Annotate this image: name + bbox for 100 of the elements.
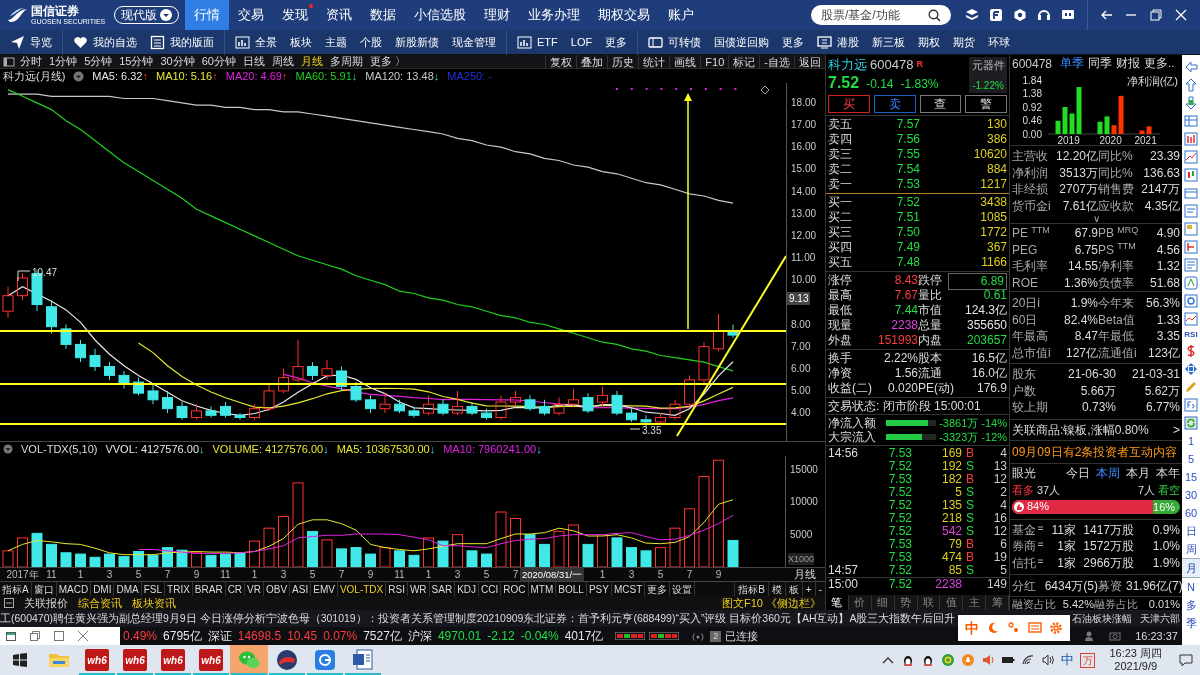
toolbar-button[interactable]: 导览: [10, 33, 52, 51]
period-tab[interactable]: 本月: [1126, 464, 1150, 483]
f10-tab[interactable]: 同季: [1088, 55, 1113, 73]
toolbar-button[interactable]: 港股: [817, 33, 860, 51]
taskbar-app[interactable]: wh6: [116, 645, 154, 675]
period-tab[interactable]: 15分钟: [119, 55, 154, 70]
trade-button[interactable]: 卖: [873, 95, 916, 113]
nav-tab[interactable]: 发现: [273, 0, 317, 30]
period-button[interactable]: 季: [1182, 614, 1200, 632]
f10-tab[interactable]: 单季: [1060, 55, 1085, 73]
nav-tab[interactable]: 小信选股: [405, 0, 475, 30]
toolbar-button[interactable]: 更多: [782, 33, 805, 51]
taskbar-clock[interactable]: 16:23 周四 2021/9/9: [1109, 647, 1162, 673]
period-button[interactable]: 5: [1182, 450, 1200, 468]
nav-tab[interactable]: 期权交易: [589, 0, 659, 30]
taskbar-app[interactable]: wh6: [154, 645, 192, 675]
period-tab[interactable]: 本周: [1096, 464, 1120, 483]
f10-tab[interactable]: 财报: [1116, 55, 1141, 73]
nav-tab[interactable]: 理财: [475, 0, 519, 30]
chart-tool-tab[interactable]: 复权: [545, 55, 577, 69]
period-button[interactable]: 15: [1182, 468, 1200, 486]
news-headline[interactable]: 【AH互动】A股三大指数午后回升: [790, 610, 956, 627]
toolbar-button[interactable]: 我的自选: [73, 33, 137, 51]
detail-tab[interactable]: 笔: [826, 595, 849, 610]
indicator-shortcut[interactable]: RSI: [1184, 328, 1198, 342]
toolbar-button[interactable]: 期货: [953, 33, 976, 51]
trade-button[interactable]: 查: [919, 95, 962, 113]
chart-tool-tab[interactable]: 画线: [669, 55, 701, 69]
period-tab[interactable]: 30分钟: [160, 55, 195, 70]
period-button[interactable]: 1: [1182, 432, 1200, 450]
toolbar-button[interactable]: 更多: [605, 33, 628, 51]
nav-tab[interactable]: 业务办理: [519, 0, 589, 30]
toolbar-button[interactable]: 主题: [325, 33, 347, 51]
period-tab[interactable]: 60分钟: [201, 55, 236, 70]
toolbar-button[interactable]: 个股: [360, 33, 382, 51]
news-headline[interactable]: 工(600470)聘任黄兴强为副总经理: [0, 610, 164, 627]
app-tray-icon[interactable]: 万: [1080, 652, 1096, 668]
info-tab[interactable]: 关联报价: [24, 594, 68, 610]
toolbar-button[interactable]: 全景: [235, 33, 277, 51]
search-field[interactable]: 股票/基金/功能: [811, 5, 951, 25]
period-tab[interactable]: 多周期: [330, 55, 363, 70]
toolbar-button[interactable]: 我的版面: [150, 33, 214, 51]
period-tab[interactable]: 分时: [20, 55, 42, 70]
stat-value: 56.3%: [1144, 295, 1180, 312]
toolbar-button[interactable]: 国债逆回购: [714, 33, 770, 51]
news-headline[interactable]: 天津六部: [1140, 611, 1180, 626]
nav-tab[interactable]: 交易: [229, 0, 273, 30]
toolbar-button[interactable]: ETF: [517, 33, 558, 51]
nav-tab[interactable]: 资讯: [317, 0, 361, 30]
chart-tool-tab[interactable]: 返回: [794, 55, 825, 69]
nav-tab[interactable]: 数据: [361, 0, 405, 30]
period-tab[interactable]: 5分钟: [84, 55, 113, 70]
index-value: 0.07%: [323, 628, 358, 645]
toolbar-button[interactable]: 现金管理: [452, 33, 496, 51]
toolbar-button[interactable]: 板块: [290, 33, 312, 51]
chart-tool-tab[interactable]: -自选: [759, 55, 794, 69]
toolbar-button[interactable]: LOF: [570, 33, 593, 51]
period-button[interactable]: 周: [1182, 540, 1200, 558]
toolbar-button[interactable]: 新三板: [872, 33, 906, 51]
chart-tool-tab[interactable]: 叠加: [576, 55, 608, 69]
period-tab[interactable]: 月线: [301, 55, 323, 70]
toolbar-button[interactable]: 新股新债: [395, 33, 439, 51]
period-tab[interactable]: 更多 〉: [370, 55, 407, 70]
sidebar-link[interactable]: 图文F10 《侧边栏》: [722, 594, 821, 610]
period-button[interactable]: 30: [1182, 486, 1200, 504]
trade-button[interactable]: 买: [828, 95, 870, 113]
period-tab[interactable]: 今日: [1066, 464, 1090, 483]
toolbar-button[interactable]: 环球: [988, 33, 1011, 51]
period-tab[interactable]: 本年: [1156, 464, 1180, 483]
info-tab[interactable]: 板块资讯: [132, 594, 176, 610]
period-tab[interactable]: 周线: [272, 55, 294, 70]
chart-tool-tab[interactable]: 统计: [638, 55, 670, 69]
taskbar-app[interactable]: wh6: [78, 645, 116, 675]
order-volume: 884: [985, 162, 1007, 177]
f10-tab[interactable]: 更多..: [1144, 55, 1175, 73]
period-tab[interactable]: 1分钟: [49, 55, 78, 70]
related-commodity-link[interactable]: 关联商品:镍板,涨幅0.80%: [1012, 420, 1149, 439]
news-headline[interactable]: 东北证券：首予利元亨(688499)“买入”评级 目标价360元: [523, 610, 791, 627]
trade-button[interactable]: 警: [965, 95, 1007, 113]
expand-toggle[interactable]: ∨: [1010, 214, 1182, 223]
period-button[interactable]: 月: [1182, 558, 1200, 578]
period-button[interactable]: 60: [1182, 504, 1200, 522]
info-tab[interactable]: 综合资讯: [78, 594, 122, 610]
chevron[interactable]: >: [1173, 420, 1180, 439]
period-button[interactable]: N: [1182, 578, 1200, 596]
news-headline[interactable]: 宁波色母（301019）：投资者关系管理制度20210909: [265, 610, 524, 627]
toolbar-button[interactable]: 期权: [918, 33, 941, 51]
period-button[interactable]: 日: [1182, 522, 1200, 540]
taskbar-app[interactable]: wh6: [192, 645, 230, 675]
period-button[interactable]: 多: [1182, 596, 1200, 614]
chart-tool-tab[interactable]: F10: [700, 55, 729, 69]
chart-tool-tab[interactable]: 历史: [607, 55, 639, 69]
nav-tab[interactable]: 账户: [659, 0, 703, 30]
toolbar-button[interactable]: 可转债: [648, 33, 702, 51]
chart-tool-tab[interactable]: 标记: [728, 55, 760, 69]
period-tab[interactable]: 日线: [243, 55, 265, 70]
news-headline[interactable]: 9月9日 今日涨停分析: [163, 610, 266, 627]
input-method-indicator[interactable]: 中: [1061, 650, 1075, 670]
news-headline[interactable]: 石油板块涨幅: [1072, 611, 1132, 626]
nav-tab[interactable]: 行情: [185, 0, 229, 30]
